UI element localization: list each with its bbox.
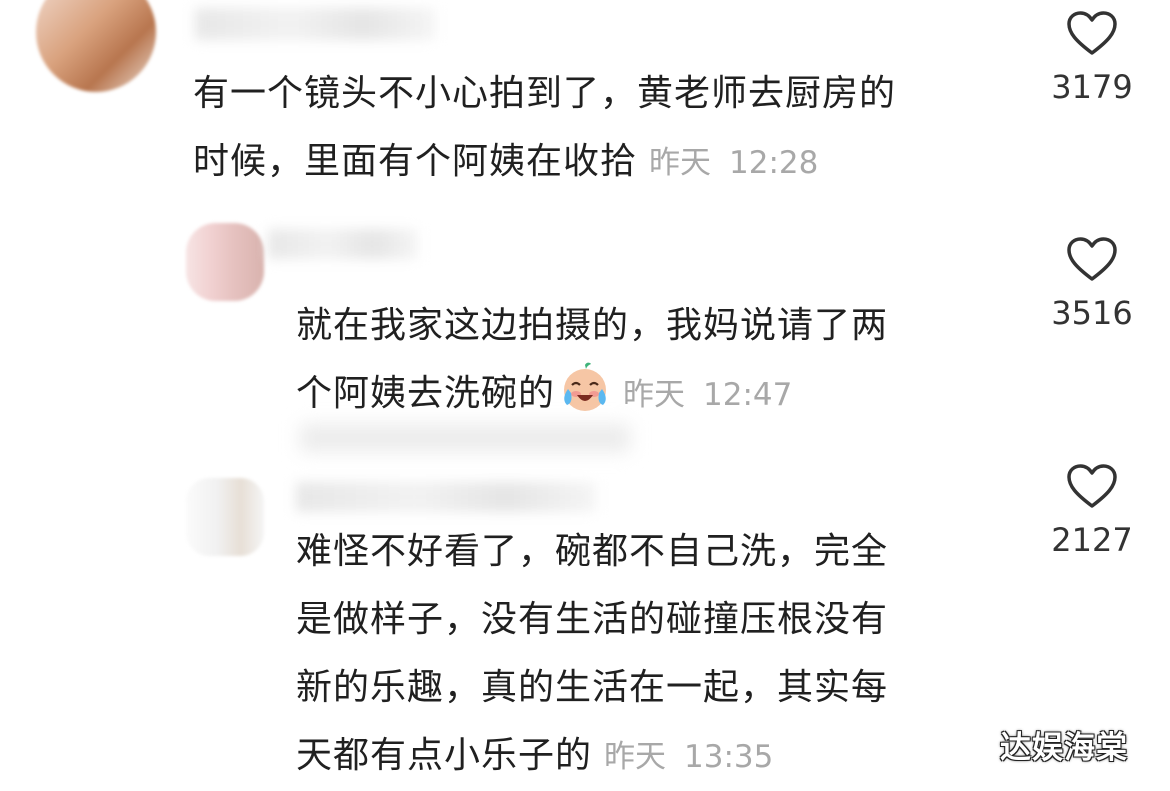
comment-time: 12:47 <box>703 377 793 413</box>
comment-time: 12:28 <box>729 145 819 181</box>
comment-text-line: 难怪不好看了，碗都不自己洗，完全 <box>296 531 889 572</box>
avatar[interactable] <box>36 0 156 92</box>
like-count: 2127 <box>1051 521 1133 559</box>
like-count: 3179 <box>1051 68 1133 106</box>
comment-text-line: 是做样子，没有生活的碰撞压根没有 <box>296 599 889 640</box>
reply-item: 就在我家这边拍摄的，我妈说请了两 个阿姨去洗碗的 昨天 12:47 3516 <box>0 215 1170 435</box>
avatar[interactable] <box>186 478 264 556</box>
comment-text-line: 天都有点小乐子的 <box>296 735 593 776</box>
comment-text: 就在我家这边拍摄的，我妈说请了两 个阿姨去洗碗的 昨天 12:47 <box>296 292 1016 429</box>
comment-text: 难怪不好看了，碗都不自己洗，完全 是做样子，没有生活的碰撞压根没有 新的乐趣，真… <box>296 518 1016 791</box>
crying-laughing-emoji <box>559 361 611 413</box>
comment-text-line: 个阿姨去洗碗的 <box>296 373 556 414</box>
username-blurred[interactable] <box>195 8 435 40</box>
reply-item: 难怪不好看了，碗都不自己洗，完全 是做样子，没有生活的碰撞压根没有 新的乐趣，真… <box>0 424 1170 791</box>
heart-icon[interactable] <box>1066 236 1118 282</box>
avatar[interactable] <box>186 223 264 301</box>
like-button[interactable]: 3516 <box>1047 236 1137 332</box>
comment-date: 昨天 <box>649 145 712 181</box>
comment-text-line: 新的乐趣，真的生活在一起，其实每 <box>296 667 889 708</box>
like-button[interactable]: 3179 <box>1047 10 1137 106</box>
username-blurred[interactable] <box>268 229 418 259</box>
watermark: 达娱海棠 <box>1000 730 1128 766</box>
like-button[interactable]: 2127 <box>1047 463 1137 559</box>
comment-text-line: 有一个镜头不小心拍到了，黄老师去厨房的 <box>193 73 897 114</box>
comment-date: 昨天 <box>623 377 686 413</box>
comment-text-line: 就在我家这边拍摄的，我妈说请了两 <box>296 305 889 346</box>
comment-item: 有一个镜头不小心拍到了，黄老师去厨房的 时候，里面有个阿姨在收拾 昨天 12:28 … <box>0 0 1170 200</box>
separator-blur <box>300 424 630 452</box>
comment-time: 13:35 <box>684 739 774 775</box>
username-blurred[interactable] <box>296 482 596 512</box>
comment-date: 昨天 <box>604 739 667 775</box>
comment-text-line: 时候，里面有个阿姨在收拾 <box>193 141 638 182</box>
heart-icon[interactable] <box>1066 10 1118 56</box>
comment-text: 有一个镜头不小心拍到了，黄老师去厨房的 时候，里面有个阿姨在收拾 昨天 12:28 <box>193 60 1013 197</box>
like-count: 3516 <box>1051 294 1133 332</box>
heart-icon[interactable] <box>1066 463 1118 509</box>
